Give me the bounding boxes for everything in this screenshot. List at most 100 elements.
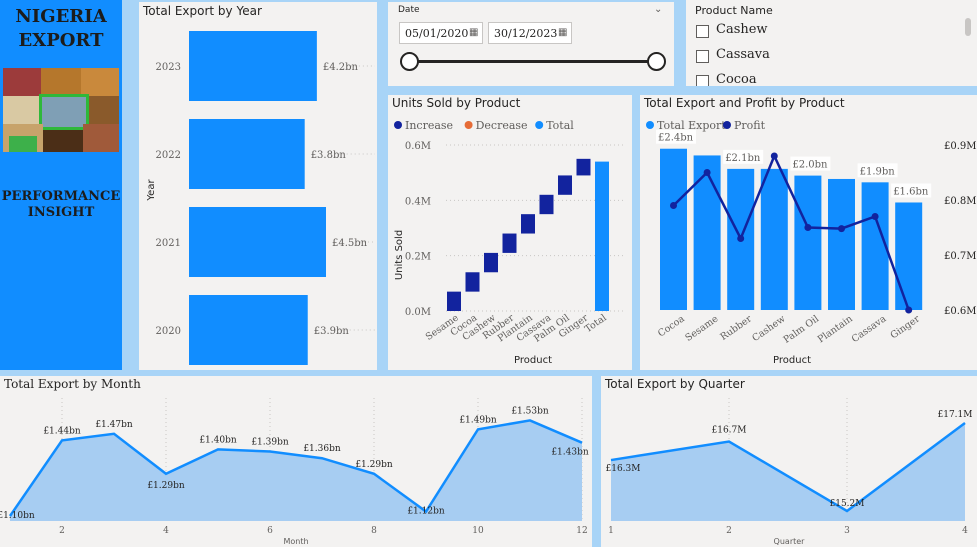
export-bar bbox=[794, 175, 822, 310]
x-tick-label: Ginger bbox=[889, 313, 923, 341]
increase-bar bbox=[576, 158, 591, 176]
increase-bar bbox=[465, 272, 480, 292]
export-bar bbox=[660, 148, 687, 310]
data-label: £1.36bn bbox=[303, 444, 341, 454]
x-tick-label: 6 bbox=[267, 526, 273, 536]
date-range-end-handle[interactable] bbox=[647, 52, 666, 71]
data-label: £1.12bn bbox=[407, 507, 445, 517]
x-tick-label: 12 bbox=[576, 526, 587, 536]
data-label: £1.39bn bbox=[251, 438, 289, 448]
date-start-input[interactable]: 05/01/2020 ▦ bbox=[399, 22, 483, 44]
increase-bar bbox=[447, 291, 461, 311]
x-tick-label: 1 bbox=[608, 526, 614, 536]
data-label: £15.2M bbox=[830, 499, 865, 509]
data-label: £1.53bn bbox=[511, 406, 549, 416]
export-by-year-chart: Year 2023 £4.2bn 2022 £3.8bn 2021 £4.5bn 2020 £3… bbox=[146, 31, 375, 365]
export-by-month-chart: £1.10bn £1.44bn £1.47bn £1.29bn £1.40bn £1.39… bbox=[0, 398, 589, 546]
x-tick-label: 2 bbox=[726, 526, 732, 536]
total-bar bbox=[595, 161, 609, 311]
increase-bar bbox=[484, 252, 498, 273]
bar bbox=[189, 207, 326, 277]
y-tick-label: 0.6M bbox=[405, 141, 431, 152]
data-label: £16.7M bbox=[712, 426, 747, 436]
data-label: £1.44bn bbox=[43, 426, 81, 436]
x-tick-label: Cassava bbox=[850, 313, 889, 345]
bar bbox=[189, 119, 305, 189]
x-tick-label: Palm Oil bbox=[782, 313, 822, 345]
y-tick-label: 2020 bbox=[156, 326, 181, 337]
data-label: £17.1M bbox=[938, 410, 973, 420]
export-bar bbox=[895, 202, 923, 310]
profit-point bbox=[737, 235, 745, 242]
x-tick-label: 8 bbox=[371, 526, 377, 536]
data-label: £4.5bn bbox=[332, 238, 368, 249]
y-tick-label: 0.0M bbox=[405, 307, 431, 318]
export-products-image bbox=[3, 68, 119, 152]
x-axis-title: Quarter bbox=[774, 537, 806, 546]
x-tick-label: Rubber bbox=[718, 313, 754, 343]
export-by-year-panel: Total Export by Year Year 2023 £4.2bn 2022 £… bbox=[139, 2, 377, 370]
y-tick-label: 2022 bbox=[156, 150, 181, 161]
export-by-quarter-panel: Total Export by Quarter £16.3M £16.7M £15.… bbox=[601, 376, 977, 547]
date-slicer: Date ⌄ 05/01/2020 ▦ 30/12/2023 ▦ bbox=[388, 2, 674, 86]
product-option-cashew[interactable]: Cashew bbox=[696, 22, 768, 39]
data-label: £2.0bn bbox=[792, 160, 828, 171]
profit-point bbox=[770, 152, 778, 160]
legend-label: Increase bbox=[405, 119, 453, 132]
x-tick-label: Cashew bbox=[750, 313, 787, 344]
x-tick-label: 2 bbox=[59, 526, 65, 536]
data-label: £3.9bn bbox=[314, 326, 350, 337]
date-start-value: 05/01/2020 bbox=[405, 27, 469, 40]
x-axis-title: Month bbox=[283, 537, 308, 546]
export-profit-panel: Total Export and Profit by Product Total… bbox=[640, 95, 977, 370]
y-tick-label: 0.2M bbox=[405, 252, 431, 263]
legend-marker bbox=[723, 121, 731, 129]
calendar-icon[interactable]: ▦ bbox=[558, 27, 567, 38]
y2-tick-label: £0.9M bbox=[944, 141, 977, 152]
units-sold-chart: Increase Decrease Total 0.0M 0.2M 0.4M 0.6M Uni… bbox=[394, 119, 626, 366]
export-bar bbox=[693, 155, 721, 310]
product-slicer: Product Name Cashew Cassava Cocoa bbox=[686, 0, 977, 86]
data-label: £2.4bn bbox=[658, 133, 694, 144]
product-option-label: Cocoa bbox=[716, 72, 757, 86]
checkbox-icon[interactable] bbox=[696, 25, 709, 38]
product-option-label: Cassava bbox=[716, 47, 770, 62]
product-option-cocoa[interactable]: Cocoa bbox=[696, 72, 757, 86]
date-slicer-label: Date bbox=[398, 5, 420, 15]
y-tick-label: 2023 bbox=[156, 62, 181, 73]
profit-point bbox=[804, 224, 812, 231]
checkbox-icon[interactable] bbox=[696, 50, 709, 63]
report-title: NIGERIA EXPORT bbox=[0, 5, 122, 53]
profit-point bbox=[670, 202, 677, 209]
checkbox-icon[interactable] bbox=[696, 75, 709, 86]
data-label: £1.10bn bbox=[0, 511, 35, 521]
data-label: £1.29bn bbox=[355, 460, 393, 470]
date-end-input[interactable]: 30/12/2023 ▦ bbox=[488, 22, 572, 44]
profit-point bbox=[703, 169, 711, 176]
x-tick-label: 10 bbox=[472, 526, 484, 536]
x-tick-label: Plantain bbox=[816, 313, 855, 345]
export-by-quarter-chart: £16.3M £16.7M £15.2M £17.1M 1 2 3 4 Quarter bbox=[606, 398, 973, 546]
legend-label: Total bbox=[546, 119, 574, 132]
report-subtitle-line1: PERFORMANCE bbox=[1, 189, 121, 204]
calendar-icon[interactable]: ▦ bbox=[469, 27, 478, 38]
data-label: £3.8bn bbox=[311, 150, 347, 161]
product-option-label: Cashew bbox=[716, 22, 768, 37]
product-option-cassava[interactable]: Cassava bbox=[696, 47, 770, 64]
report-subtitle-line2: INSIGHT bbox=[27, 205, 95, 220]
profit-point bbox=[871, 213, 879, 220]
date-range-start-handle[interactable] bbox=[400, 52, 419, 71]
scrollbar[interactable] bbox=[965, 18, 971, 36]
data-label: £1.47bn bbox=[95, 420, 133, 430]
y2-tick-label: £0.7M bbox=[944, 251, 977, 262]
data-label: £1.9bn bbox=[860, 166, 896, 177]
legend-label: Profit bbox=[734, 119, 766, 132]
bar bbox=[189, 295, 308, 365]
y-axis-title: Units Sold bbox=[394, 230, 405, 280]
y-axis-title: Year bbox=[146, 179, 157, 202]
profit-point bbox=[838, 225, 845, 233]
increase-bar bbox=[539, 194, 554, 215]
x-axis-title: Product bbox=[773, 355, 811, 366]
date-slicer-chevron-icon[interactable]: ⌄ bbox=[654, 4, 662, 15]
units-sold-panel: Units Sold by Product Increase Decrease To… bbox=[388, 95, 632, 370]
